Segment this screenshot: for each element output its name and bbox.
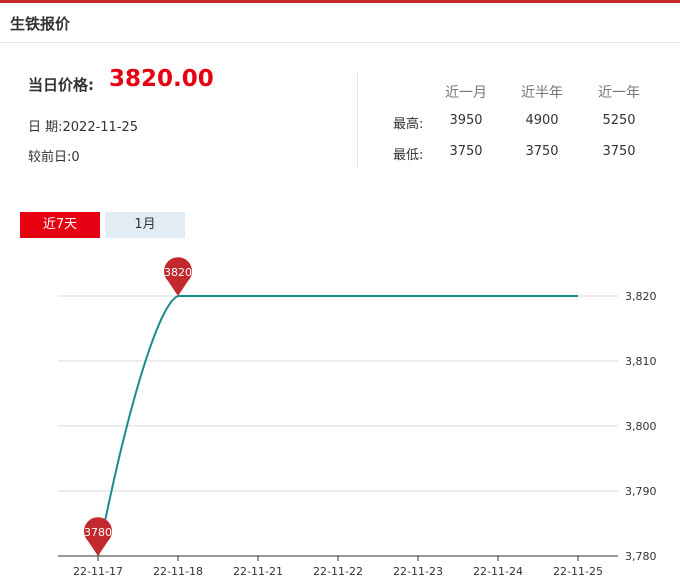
data-pin-marker: 3780	[84, 517, 112, 556]
x-tick-label: 22-11-18	[153, 565, 203, 578]
price-label: 当日价格:	[28, 76, 94, 94]
stat-header-month: 近一月	[445, 85, 487, 101]
y-tick-label: 3,780	[625, 550, 657, 563]
stat-low-halfyear: 3750	[525, 144, 559, 159]
stat-header-year: 近一年	[598, 85, 640, 101]
chart-markers: 3780 3820	[84, 257, 193, 556]
x-tick-label: 22-11-22	[313, 565, 363, 578]
x-tick-label: 22-11-24	[473, 565, 523, 578]
stat-low-year: 3750	[602, 144, 636, 159]
x-tick-label: 22-11-17	[73, 565, 123, 578]
stat-high-year: 5250	[602, 113, 636, 128]
price-value: 3820.00	[109, 66, 214, 92]
y-tick-label: 3,820	[625, 290, 657, 303]
change-info: 较前日:0	[28, 150, 80, 165]
stat-header-halfyear: 近半年	[521, 85, 563, 101]
chart-grid	[58, 295, 618, 492]
stat-high-month: 3950	[449, 113, 483, 128]
x-tick-label: 22-11-25	[553, 565, 603, 578]
panel-title: 生铁报价	[10, 15, 71, 33]
stat-low-month: 3750	[449, 144, 483, 159]
tab-7-days[interactable]: 近7天	[20, 212, 100, 238]
pin-label: 3780	[84, 526, 112, 539]
x-tick-label: 22-11-23	[393, 565, 443, 578]
y-tick-label: 3,790	[625, 485, 657, 498]
price-line-chart: 22-11-17 22-11-18 22-11-21 22-11-22 22-11-23…	[58, 257, 657, 578]
data-pin-marker: 3820	[164, 257, 193, 296]
x-tick-label: 22-11-21	[233, 565, 283, 578]
stat-high-halfyear: 4900	[525, 113, 559, 128]
stat-row-label-low: 最低:	[393, 148, 424, 163]
chart-y-axis: 3,780 3,790 3,800 3,810 3,820	[625, 290, 657, 563]
pin-label: 3820	[164, 266, 192, 279]
y-tick-label: 3,810	[625, 355, 657, 368]
panel-header: 生铁报价	[0, 3, 680, 43]
stats-divider	[357, 72, 358, 168]
chart-x-axis: 22-11-17 22-11-18 22-11-21 22-11-22 22-11-23…	[58, 555, 618, 578]
stat-row-label-high: 最高:	[393, 117, 424, 132]
y-tick-label: 3,800	[625, 420, 657, 433]
tab-1-month[interactable]: 1月	[105, 212, 185, 238]
date-info: 日 期:2022-11-25	[28, 120, 139, 135]
